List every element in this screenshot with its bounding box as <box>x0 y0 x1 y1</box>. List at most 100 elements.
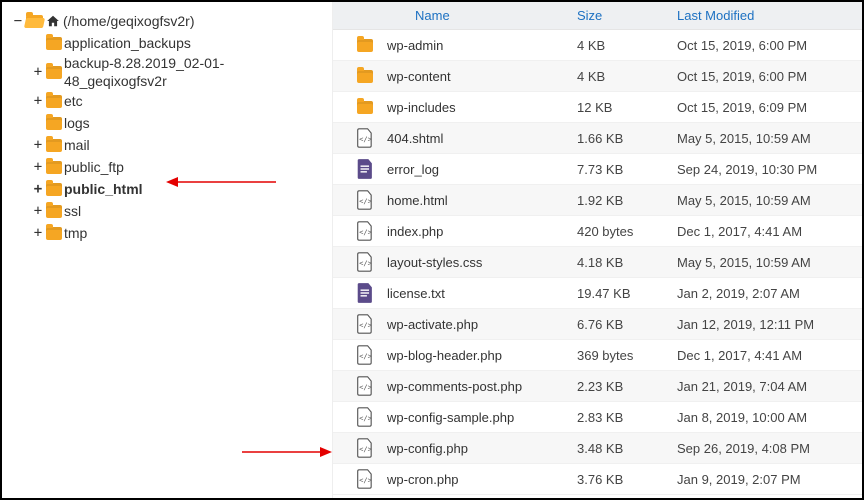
expand-icon[interactable]: + <box>32 222 44 244</box>
column-header-modified[interactable]: Last Modified <box>677 8 862 23</box>
file-modified: May 5, 2015, 10:59 AM <box>677 193 862 208</box>
tree-item[interactable]: + public_html <box>32 178 322 200</box>
tree-item[interactable]: + tmp <box>32 222 322 244</box>
text-file-icon <box>357 283 374 303</box>
file-row[interactable]: </>wp-activate.php6.76 KBJan 12, 2019, 1… <box>333 309 862 340</box>
code-file-icon: </> <box>357 221 374 241</box>
file-row[interactable]: wp-content4 KBOct 15, 2019, 6:00 PM <box>333 61 862 92</box>
folder-icon <box>46 117 62 130</box>
file-name: wp-admin <box>387 38 577 53</box>
file-modified: Sep 26, 2019, 4:08 PM <box>677 441 862 456</box>
file-name: wp-activate.php <box>387 317 577 332</box>
file-list: wp-admin4 KBOct 15, 2019, 6:00 PMwp-cont… <box>333 30 862 498</box>
tree-item[interactable]: + ssl <box>32 200 322 222</box>
file-row[interactable]: </>index.php420 bytesDec 1, 2017, 4:41 A… <box>333 216 862 247</box>
file-row[interactable]: </> wp-blog-header.php369 bytesDec 1, 201… <box>333 340 862 371</box>
expand-icon[interactable]: + <box>32 200 44 222</box>
file-modified: Jan 8, 2019, 10:00 AM <box>677 410 862 425</box>
collapse-icon[interactable]: − <box>12 10 24 32</box>
file-row[interactable]: </>wp-cron.php3.76 KBJan 9, 2019, 2:07 P… <box>333 464 862 495</box>
folder-icon <box>46 139 62 152</box>
file-list-header: Name Size Last Modified <box>333 2 862 30</box>
file-name: wp-includes <box>387 100 577 115</box>
expand-icon[interactable]: + <box>32 61 44 83</box>
file-list-pane: Name Size Last Modified wp-admin4 KBOct … <box>332 2 862 498</box>
file-row[interactable]: </>home.html1.92 KBMay 5, 2015, 10:59 AM <box>333 185 862 216</box>
code-file-icon: </> <box>357 252 374 272</box>
file-size: 2.23 KB <box>577 379 677 394</box>
file-modified: Sep 24, 2019, 10:30 PM <box>677 162 862 177</box>
file-size: 4 KB <box>577 38 677 53</box>
file-size: 369 bytes <box>577 348 677 363</box>
file-size: 12 KB <box>577 100 677 115</box>
column-header-size[interactable]: Size <box>577 8 677 23</box>
file-size: 7.73 KB <box>577 162 677 177</box>
file-modified: May 5, 2015, 10:59 AM <box>677 131 862 146</box>
folder-icon <box>46 183 62 196</box>
tree-item-label: mail <box>64 134 90 156</box>
folder-icon <box>357 70 373 83</box>
file-size: 1.66 KB <box>577 131 677 146</box>
file-modified: Oct 15, 2019, 6:09 PM <box>677 100 862 115</box>
file-name: index.php <box>387 224 577 239</box>
file-name: wp-config-sample.php <box>387 410 577 425</box>
file-row[interactable]: wp-includes12 KBOct 15, 2019, 6:09 PM <box>333 92 862 123</box>
folder-open-icon <box>26 15 43 28</box>
code-file-icon: </> <box>357 407 374 427</box>
tree-root[interactable]: − (/home/geqixogfsv2r) application_backu… <box>12 10 322 244</box>
expand-icon[interactable]: + <box>32 178 44 200</box>
file-row[interactable]: </> wp-config-sample.php2.83 KBJan 8, 201… <box>333 402 862 433</box>
code-file-icon: </> <box>357 345 374 365</box>
svg-text:</>: </> <box>359 352 372 361</box>
file-row[interactable]: </> wp-config.php3.48 KBSep 26, 2019, 4:0… <box>333 433 862 464</box>
file-size: 19.47 KB <box>577 286 677 301</box>
file-row[interactable]: error_log7.73 KBSep 24, 2019, 10:30 PM <box>333 154 862 185</box>
file-size: 1.92 KB <box>577 193 677 208</box>
svg-text:</>: </> <box>359 445 372 454</box>
file-name: wp-content <box>387 69 577 84</box>
svg-text:</>: </> <box>359 228 372 237</box>
folder-icon <box>357 101 373 114</box>
file-name: error_log <box>387 162 577 177</box>
column-header-name[interactable]: Name <box>357 8 577 23</box>
expand-icon[interactable]: + <box>32 90 44 112</box>
tree-item-label: application_backups <box>64 32 191 54</box>
file-modified: Jan 21, 2019, 7:04 AM <box>677 379 862 394</box>
file-size: 3.48 KB <box>577 441 677 456</box>
folder-icon <box>46 37 62 50</box>
file-row[interactable]: </>layout-styles.css4.18 KBMay 5, 2015, … <box>333 247 862 278</box>
tree-item[interactable]: logs <box>32 112 322 134</box>
file-name: wp-blog-header.php <box>387 348 577 363</box>
code-file-icon: </> <box>357 376 374 396</box>
tree-item-label: logs <box>64 112 90 134</box>
svg-text:</>: </> <box>359 135 372 144</box>
file-name: wp-cron.php <box>387 472 577 487</box>
tree-item[interactable]: application_backups <box>32 32 322 54</box>
home-icon <box>45 14 61 28</box>
expand-icon[interactable]: + <box>32 134 44 156</box>
file-row[interactable]: </> wp-comments-post.php2.23 KBJan 21, 20… <box>333 371 862 402</box>
tree-item-label: public_html <box>64 178 143 200</box>
expand-icon[interactable]: + <box>32 156 44 178</box>
tree-item[interactable]: + mail <box>32 134 322 156</box>
file-name: wp-config.php <box>387 441 577 456</box>
file-row[interactable]: wp-admin4 KBOct 15, 2019, 6:00 PM <box>333 30 862 61</box>
file-name: wp-comments-post.php <box>387 379 577 394</box>
file-name: 404.shtml <box>387 131 577 146</box>
file-modified: Jan 12, 2019, 12:11 PM <box>677 317 862 332</box>
file-name: home.html <box>387 193 577 208</box>
tree-item[interactable]: + public_ftp <box>32 156 322 178</box>
svg-text:</>: </> <box>359 476 372 485</box>
folder-icon <box>46 161 62 174</box>
code-file-icon: </> <box>357 128 374 148</box>
folder-icon <box>357 39 373 52</box>
folder-icon <box>46 227 62 240</box>
file-row[interactable]: license.txt19.47 KBJan 2, 2019, 2:07 AM <box>333 278 862 309</box>
code-file-icon: </> <box>357 438 374 458</box>
tree-item[interactable]: + backup-8.28.2019_02-01-48_geqixogfsv2r <box>32 54 322 90</box>
file-modified: Dec 1, 2017, 4:41 AM <box>677 348 862 363</box>
file-size: 2.83 KB <box>577 410 677 425</box>
svg-text:</>: </> <box>359 414 372 423</box>
tree-item[interactable]: + etc <box>32 90 322 112</box>
file-row[interactable]: </> 404.shtml1.66 KBMay 5, 2015, 10:59 AM <box>333 123 862 154</box>
